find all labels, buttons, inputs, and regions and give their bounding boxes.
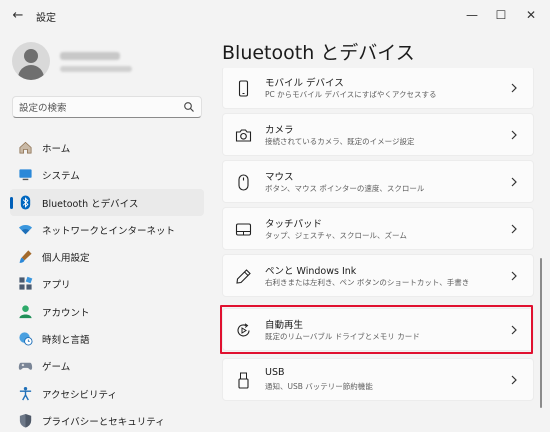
search-box[interactable]	[12, 96, 202, 118]
minimize-button[interactable]: —	[458, 4, 486, 26]
apps-icon	[19, 277, 33, 291]
sidebar-item-privacy[interactable]: プライバシーとセキュリティ	[10, 407, 204, 432]
sidebar-item-label: システム	[42, 171, 80, 183]
card-title: タッチパッド	[265, 219, 323, 230]
avatar-head	[24, 49, 38, 63]
sidebar-nav: ホーム システム Bluetooth とデバイス ネットワークとインターネット	[10, 134, 204, 432]
card-touchpad[interactable]: タッチパッド タップ、ジェスチャ、スクロール、ズーム	[222, 207, 534, 250]
monitor-icon	[19, 169, 32, 181]
card-usb[interactable]: USB 通知、USB バッテリー節約機能	[222, 358, 534, 401]
page-title: Bluetooth とデバイス	[222, 42, 415, 64]
scrollbar-thumb[interactable]	[540, 258, 542, 408]
sidebar-item-apps[interactable]: アプリ	[10, 270, 204, 297]
card-title: マウス	[265, 172, 294, 183]
globe-clock-icon	[19, 332, 33, 346]
mouse-icon	[238, 174, 249, 191]
person-icon	[19, 305, 32, 318]
card-description: タップ、ジェスチャ、スクロール、ズーム	[265, 231, 407, 240]
card-pen-windows-ink[interactable]: ペンと Windows Ink 右利きまたは左利き、ペン ボタンのショートカット…	[222, 254, 534, 297]
card-mouse[interactable]: マウス ボタン、マウス ポインターの速度、スクロール	[222, 160, 534, 203]
user-profile[interactable]	[12, 42, 202, 82]
sidebar-item-network[interactable]: ネットワークとインターネット	[10, 216, 204, 243]
card-description: 接続されているカメラ、既定のイメージ設定	[265, 137, 415, 146]
card-description: PC からモバイル デバイスにすばやくアクセスする	[265, 90, 437, 99]
card-title: モバイル デバイス	[265, 78, 344, 89]
card-camera[interactable]: カメラ 接続されているカメラ、既定のイメージ設定	[222, 113, 534, 156]
avatar-body	[18, 65, 44, 80]
brush-icon	[19, 250, 32, 264]
profile-email-blurred	[60, 66, 132, 72]
phone-icon	[238, 80, 249, 97]
sidebar-item-label: アプリ	[42, 280, 71, 292]
camera-icon	[235, 129, 252, 142]
sidebar-item-label: ゲーム	[42, 362, 71, 374]
settings-window: ← 設定 — ☐ ✕ ホーム システ	[0, 0, 550, 432]
sidebar-item-bluetooth[interactable]: Bluetooth とデバイス	[10, 188, 204, 216]
card-autoplay[interactable]: 自動再生 既定のリムーバブル ドライブとメモリ カード	[222, 308, 534, 351]
avatar	[12, 42, 50, 80]
card-mobile-devices[interactable]: モバイル デバイス PC からモバイル デバイスにすばやくアクセスする	[222, 68, 534, 109]
accessibility-icon	[19, 386, 32, 401]
sidebar-item-label: Bluetooth とデバイス	[42, 198, 139, 210]
sidebar-item-label: ネットワークとインターネット	[42, 225, 176, 237]
gamepad-icon	[18, 363, 33, 371]
shield-icon	[19, 413, 32, 428]
card-description: 通知、USB バッテリー節約機能	[265, 382, 373, 391]
usb-icon	[238, 372, 249, 389]
sidebar-item-label: プライバシーとセキュリティ	[42, 416, 165, 428]
sidebar-item-label: 個人用設定	[42, 253, 90, 265]
chevron-right-icon	[511, 271, 517, 281]
autoplay-icon	[237, 323, 250, 337]
device-settings-list: モバイル デバイス PC からモバイル デバイスにすばやくアクセスする カメラ …	[222, 68, 538, 432]
back-button[interactable]: ←	[8, 6, 28, 26]
chevron-right-icon	[511, 83, 517, 93]
scrollbar[interactable]	[540, 68, 544, 432]
sidebar-item-label: 時刻と言語	[42, 335, 90, 347]
sidebar-item-label: ホーム	[42, 144, 71, 155]
sidebar-item-label: アカウント	[42, 307, 90, 319]
sidebar-item-home[interactable]: ホーム	[10, 134, 204, 161]
window-title: 設定	[36, 13, 56, 24]
touchpad-icon	[235, 223, 252, 236]
card-description: ボタン、マウス ポインターの速度、スクロール	[265, 184, 425, 193]
card-title: ペンと Windows Ink	[265, 266, 357, 277]
wifi-icon	[18, 224, 33, 235]
sidebar-item-accessibility[interactable]: アクセシビリティ	[10, 380, 204, 407]
search-icon[interactable]	[183, 101, 195, 113]
chevron-right-icon	[511, 375, 517, 385]
chevron-right-icon	[511, 130, 517, 140]
search-input[interactable]	[19, 101, 179, 115]
title-bar: ← 設定 — ☐ ✕	[0, 0, 550, 32]
pen-icon	[236, 269, 251, 284]
sidebar-item-gaming[interactable]: ゲーム	[10, 352, 204, 379]
card-title: USB	[265, 367, 285, 378]
sidebar-item-time-language[interactable]: 時刻と言語	[10, 325, 204, 352]
close-button[interactable]: ✕	[517, 4, 545, 26]
card-title: カメラ	[265, 125, 294, 136]
sidebar-item-personalization[interactable]: 個人用設定	[10, 243, 204, 270]
sidebar-item-label: アクセシビリティ	[42, 389, 117, 401]
card-description: 既定のリムーバブル ドライブとメモリ カード	[265, 332, 420, 341]
sidebar-item-accounts[interactable]: アカウント	[10, 298, 204, 325]
chevron-right-icon	[511, 325, 517, 335]
card-description: 右利きまたは左利き、ペン ボタンのショートカット、手書き	[265, 278, 470, 287]
chevron-right-icon	[511, 224, 517, 234]
bluetooth-icon	[20, 195, 31, 210]
chevron-right-icon	[511, 177, 517, 187]
card-title: 自動再生	[265, 320, 304, 331]
sidebar-item-system[interactable]: システム	[10, 161, 204, 188]
maximize-button[interactable]: ☐	[487, 4, 515, 26]
home-icon	[19, 141, 32, 154]
profile-name-blurred	[60, 52, 120, 60]
